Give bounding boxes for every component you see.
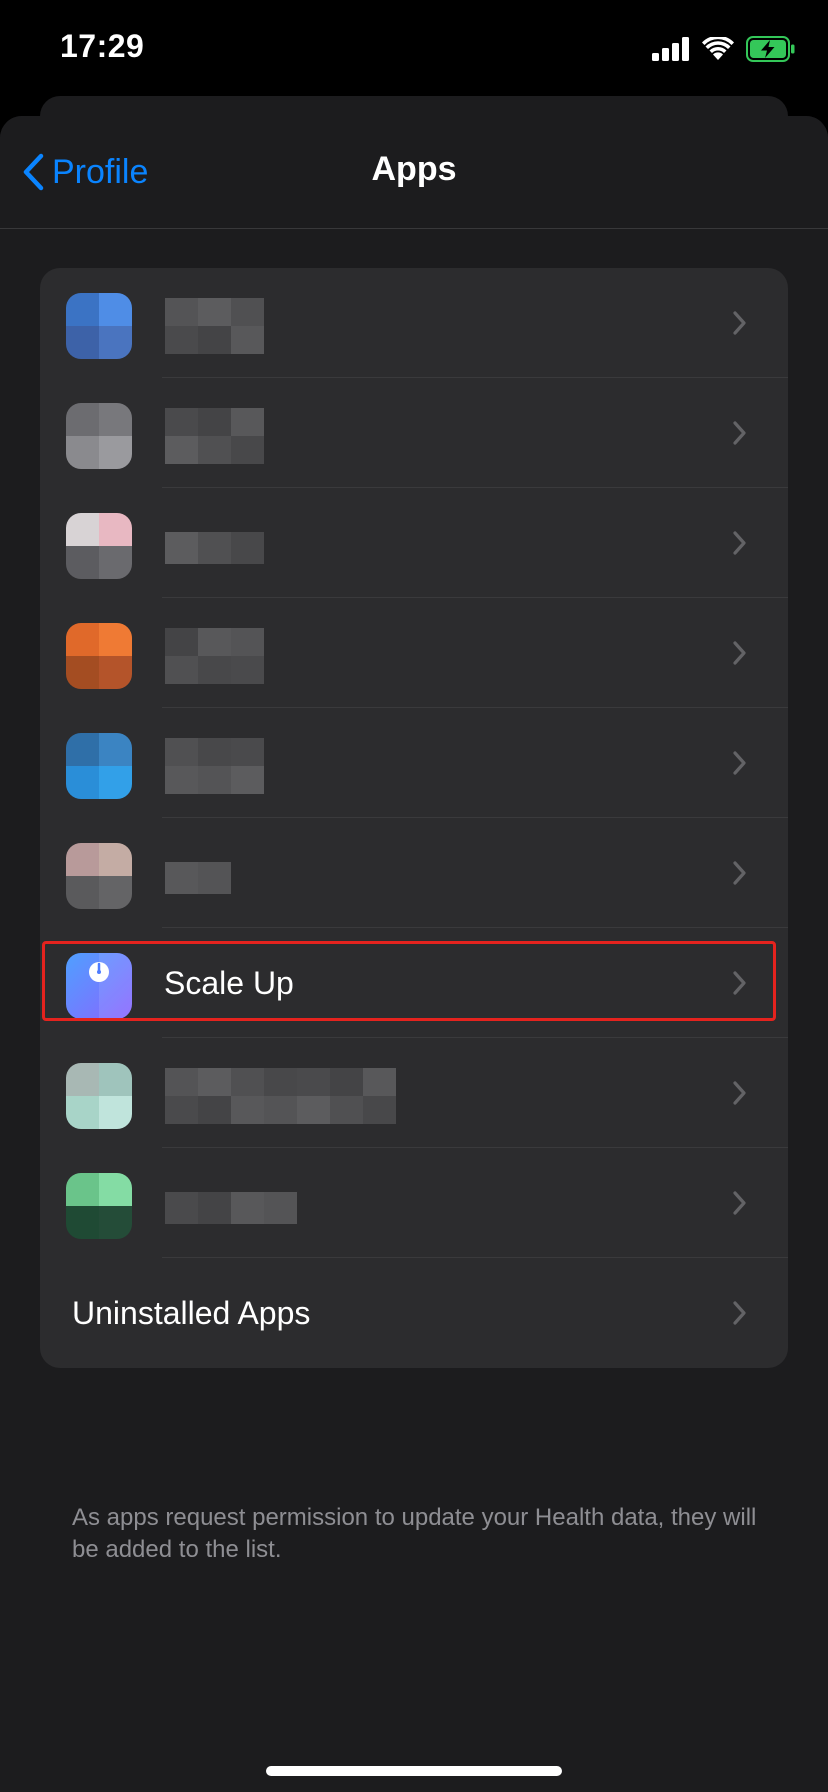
status-time: 17:29 — [60, 28, 145, 64]
chevron-right-icon — [733, 971, 746, 995]
app-row[interactable] — [40, 488, 788, 598]
chevron-right-icon — [733, 641, 746, 665]
app-icon-obscured — [66, 513, 132, 579]
uninstalled-apps-row[interactable]: Uninstalled Apps — [40, 1258, 788, 1368]
chevron-right-icon — [733, 421, 746, 445]
chevron-right-icon — [733, 1081, 746, 1105]
uninstalled-apps-label: Uninstalled Apps — [72, 1295, 311, 1331]
chevron-right-icon — [733, 751, 746, 775]
scale-icon — [89, 953, 132, 1019]
home-indicator[interactable] — [266, 1766, 562, 1776]
app-row-scale-up[interactable]: Scale Up — [40, 928, 788, 1038]
battery-charging-icon — [746, 36, 795, 62]
app-name-obscured — [165, 408, 264, 464]
app-row[interactable] — [40, 1148, 788, 1258]
status-bar: 17:29 — [0, 0, 828, 96]
app-name-obscured — [165, 862, 231, 894]
app-icon-obscured — [66, 293, 132, 359]
chevron-right-icon — [733, 1191, 746, 1215]
app-row[interactable] — [40, 818, 788, 928]
scale-up-app-icon — [66, 953, 132, 1019]
app-name-obscured — [165, 1192, 297, 1224]
app-name-label: Scale Up — [164, 965, 294, 1001]
apps-list: Scale Up Uninstalled Apps — [40, 268, 788, 1368]
chevron-right-icon — [733, 311, 746, 335]
navigation-bar: Profile Apps — [0, 116, 828, 229]
app-icon-obscured — [66, 623, 132, 689]
app-row[interactable] — [40, 378, 788, 488]
chevron-right-icon — [733, 1301, 746, 1325]
app-row[interactable] — [40, 268, 788, 378]
app-icon-obscured — [66, 1063, 132, 1129]
app-name-obscured — [165, 738, 264, 794]
app-name-obscured — [165, 298, 264, 354]
status-icons — [652, 34, 796, 64]
app-icon-obscured — [66, 1173, 132, 1239]
chevron-right-icon — [733, 531, 746, 555]
app-name-obscured — [165, 532, 264, 564]
apps-sheet: Profile Apps Scale Up Uninstalled Apps As… — [0, 116, 828, 1792]
app-name-obscured — [165, 1068, 396, 1124]
footer-note: As apps request permission to update you… — [72, 1504, 757, 1563]
wifi-icon — [702, 37, 734, 60]
app-icon-obscured — [66, 843, 132, 909]
app-icon-obscured — [66, 403, 132, 469]
cellular-signal-icon — [652, 37, 689, 61]
app-name-obscured — [165, 628, 264, 684]
chevron-right-icon — [733, 861, 746, 885]
app-icon-obscured — [66, 733, 132, 799]
page-title: Apps — [371, 150, 457, 188]
app-row[interactable] — [40, 708, 788, 818]
app-row[interactable] — [40, 1038, 788, 1148]
app-row[interactable] — [40, 598, 788, 708]
